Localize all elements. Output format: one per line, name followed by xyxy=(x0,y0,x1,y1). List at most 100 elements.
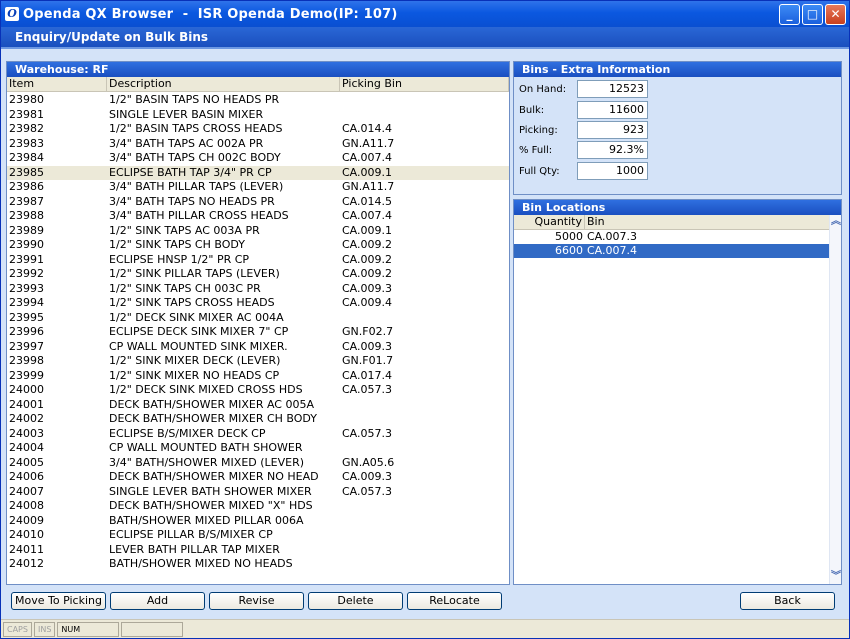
back-button[interactable]: Back xyxy=(740,592,835,610)
bin-grid-header: Quantity Bin xyxy=(514,215,830,230)
table-row[interactable]: 23999 1/2" SINK MIXER NO HEADS CP CA.017.4 xyxy=(7,369,509,384)
warehouse-items-panel: Warehouse: RF Item Description Picking B… xyxy=(6,61,510,585)
close-button[interactable]: ✕ xyxy=(825,4,846,25)
title-bar[interactable]: O Openda QX Browser - ISR Openda Demo(IP… xyxy=(1,1,849,27)
table-row[interactable]: 23981 SINGLE LEVER BASIN MIXER xyxy=(7,108,509,123)
table-row[interactable]: 24001 DECK BATH/SHOWER MIXER AC 005A xyxy=(7,398,509,413)
table-row[interactable]: 23987 3/4" BATH TAPS NO HEADS PR CA.014.5 xyxy=(7,195,509,210)
table-row[interactable]: 23996 ECLIPSE DECK SINK MIXER 7" CP GN.F02… xyxy=(7,325,509,340)
bin-row[interactable]: 6600 CA.007.4 xyxy=(514,244,830,258)
item-description-cell: 3/4" BATH PILLAR CROSS HEADS xyxy=(109,209,289,222)
table-row[interactable]: 23984 3/4" BATH TAPS CH 002C BODY CA.007.4 xyxy=(7,151,509,166)
delete-button[interactable]: Delete xyxy=(308,592,403,610)
column-header-description[interactable]: Description xyxy=(107,77,340,91)
extra-info-panel: Bins - Extra Information On Hand: 12523 … xyxy=(513,61,842,195)
table-row[interactable]: 23993 1/2" SINK TAPS CH 003C PR CA.009.3 xyxy=(7,282,509,297)
table-row[interactable]: 23986 3/4" BATH PILLAR TAPS (LEVER) GN.A11… xyxy=(7,180,509,195)
bin-list-scrollbar[interactable]: ︽ ︾ xyxy=(829,215,841,584)
bulk-label: Bulk: xyxy=(519,104,545,116)
table-row[interactable]: 23982 1/2" BASIN TAPS CROSS HEADS CA.014.4 xyxy=(7,122,509,137)
picking-bin-cell: CA.014.4 xyxy=(342,122,392,135)
add-button[interactable]: Add xyxy=(110,592,205,610)
bulk-field[interactable]: 11600 xyxy=(577,101,648,119)
table-row[interactable]: 24000 1/2" DECK SINK MIXED CROSS HDS CA.05… xyxy=(7,383,509,398)
scroll-down-icon[interactable]: ︾ xyxy=(830,570,842,584)
table-row[interactable]: 23980 1/2" BASIN TAPS NO HEADS PR xyxy=(7,93,509,108)
item-code-cell: 23997 xyxy=(9,339,44,353)
item-description-cell: 1/2" DECK SINK MIXED CROSS HDS xyxy=(109,383,303,396)
table-row[interactable]: 24007 SINGLE LEVER BATH SHOWER MIXER CA.05… xyxy=(7,485,509,500)
revise-button[interactable]: Revise xyxy=(209,592,304,610)
picking-bin-cell: CA.009.2 xyxy=(342,252,392,266)
picking-bin-cell: CA.007.4 xyxy=(342,151,392,164)
item-code-cell: 23985 xyxy=(9,165,44,179)
percent-full-field[interactable]: 92.3% xyxy=(577,141,648,159)
bin-quantity-cell: 6600 xyxy=(555,244,583,257)
picking-bin-cell xyxy=(340,93,509,108)
table-row[interactable]: 23985 ECLIPSE BATH TAP 3/4" PR CP CA.009.1 xyxy=(7,165,509,180)
column-header-picking-bin[interactable]: Picking Bin xyxy=(340,77,509,91)
full-qty-field[interactable]: 1000 xyxy=(577,162,648,180)
table-row[interactable]: 24002 DECK BATH/SHOWER MIXER CH BODY xyxy=(7,412,509,427)
bin-locations-title: Bin Locations xyxy=(514,200,841,215)
picking-bin-cell: CA.009.3 xyxy=(342,470,392,483)
item-code-cell: 23988 xyxy=(9,209,44,222)
table-row[interactable]: 23988 3/4" BATH PILLAR CROSS HEADS CA.007.… xyxy=(7,209,509,224)
item-description-cell: 1/2" BASIN TAPS NO HEADS PR xyxy=(109,93,280,106)
table-row[interactable]: 24005 3/4" BATH/SHOWER MIXED (LEVER) GN.A0… xyxy=(7,456,509,471)
table-row[interactable]: 23998 1/2" SINK MIXER DECK (LEVER) GN.F01.… xyxy=(7,354,509,369)
relocate-button[interactable]: ReLocate xyxy=(407,592,502,610)
scroll-up-icon[interactable]: ︽ xyxy=(830,215,842,229)
column-header-item[interactable]: Item xyxy=(7,77,107,91)
table-row[interactable]: 24008 DECK BATH/SHOWER MIXED "X" HDS xyxy=(7,499,509,514)
table-row[interactable]: 24009 BATH/SHOWER MIXED PILLAR 006A xyxy=(7,514,509,529)
item-code-cell: 23994 xyxy=(9,296,44,309)
caps-indicator: CAPS xyxy=(3,621,32,637)
picking-bin-cell: CA.009.2 xyxy=(342,238,392,251)
item-code-cell: 23986 xyxy=(9,180,44,193)
item-code-cell: 24009 xyxy=(9,513,44,527)
table-row[interactable]: 24010 ECLIPSE PILLAR B/S/MIXER CP xyxy=(7,528,509,543)
picking-bin-cell: CA.009.4 xyxy=(342,296,392,309)
table-row[interactable]: 23994 1/2" SINK TAPS CROSS HEADS CA.009.4 xyxy=(7,296,509,311)
percent-full-row: % Full: 92.3% xyxy=(519,141,648,159)
full-qty-row: Full Qty: 1000 xyxy=(519,162,648,180)
table-row[interactable]: 23989 1/2" SINK TAPS AC 003A PR CA.009.1 xyxy=(7,224,509,239)
picking-bin-cell: GN.F02.7 xyxy=(342,325,394,338)
picking-bin-cell: CA.007.4 xyxy=(342,209,392,222)
item-code-cell: 23991 xyxy=(9,252,44,266)
item-code-cell: 24002 xyxy=(9,412,44,425)
move-to-picking-button[interactable]: Move To Picking xyxy=(11,592,106,610)
table-row[interactable]: 23983 3/4" BATH TAPS AC 002A PR GN.A11.7 xyxy=(7,137,509,152)
table-row[interactable]: 23991 ECLIPSE HNSP 1/2" PR CP CA.009.2 xyxy=(7,253,509,268)
bin-row[interactable]: 5000 CA.007.3 xyxy=(514,230,830,244)
item-description-cell: CP WALL MOUNTED SINK MIXER. xyxy=(109,339,288,353)
table-row[interactable]: 24006 DECK BATH/SHOWER MIXER NO HEAD CA.00… xyxy=(7,470,509,485)
on-hand-field[interactable]: 12523 xyxy=(577,80,648,98)
table-row[interactable]: 24011 LEVER BATH PILLAR TAP MIXER xyxy=(7,543,509,558)
table-row[interactable]: 23997 CP WALL MOUNTED SINK MIXER. CA.009.3 xyxy=(7,340,509,355)
item-code-cell: 24001 xyxy=(9,397,44,411)
item-code-cell: 23998 xyxy=(9,354,44,367)
table-row[interactable]: 24012 BATH/SHOWER MIXED NO HEADS xyxy=(7,557,509,572)
maximize-button[interactable]: □ xyxy=(802,4,823,25)
app-logo-icon[interactable]: O xyxy=(5,7,19,21)
table-row[interactable]: 23992 1/2" SINK PILLAR TAPS (LEVER) CA.009… xyxy=(7,267,509,282)
item-description-cell: 3/4" BATH TAPS AC 002A PR xyxy=(109,136,264,150)
picking-field[interactable]: 923 xyxy=(577,121,648,139)
picking-bin-cell xyxy=(340,398,509,413)
column-header-bin[interactable]: Bin xyxy=(585,215,830,229)
column-header-quantity[interactable]: Quantity xyxy=(514,215,585,229)
picking-bin-cell: CA.017.4 xyxy=(342,368,392,382)
table-row[interactable]: 23990 1/2" SINK TAPS CH BODY CA.009.2 xyxy=(7,238,509,253)
num-indicator: NUM xyxy=(57,621,120,637)
minimize-button[interactable]: _ xyxy=(779,4,800,25)
app-window: O Openda QX Browser - ISR Openda Demo(IP… xyxy=(0,0,850,639)
status-empty-cell xyxy=(121,621,184,637)
table-row[interactable]: 24004 CP WALL MOUNTED BATH SHOWER xyxy=(7,441,509,456)
table-row[interactable]: 23995 1/2" DECK SINK MIXER AC 004A xyxy=(7,311,509,326)
picking-bin-cell xyxy=(340,543,509,558)
table-row[interactable]: 24003 ECLIPSE B/S/MIXER DECK CP CA.057.3 xyxy=(7,427,509,442)
items-list: 23980 1/2" BASIN TAPS NO HEADS PR 23981 SIN… xyxy=(7,93,509,572)
item-description-cell: 1/2" SINK MIXER DECK (LEVER) xyxy=(109,354,281,367)
